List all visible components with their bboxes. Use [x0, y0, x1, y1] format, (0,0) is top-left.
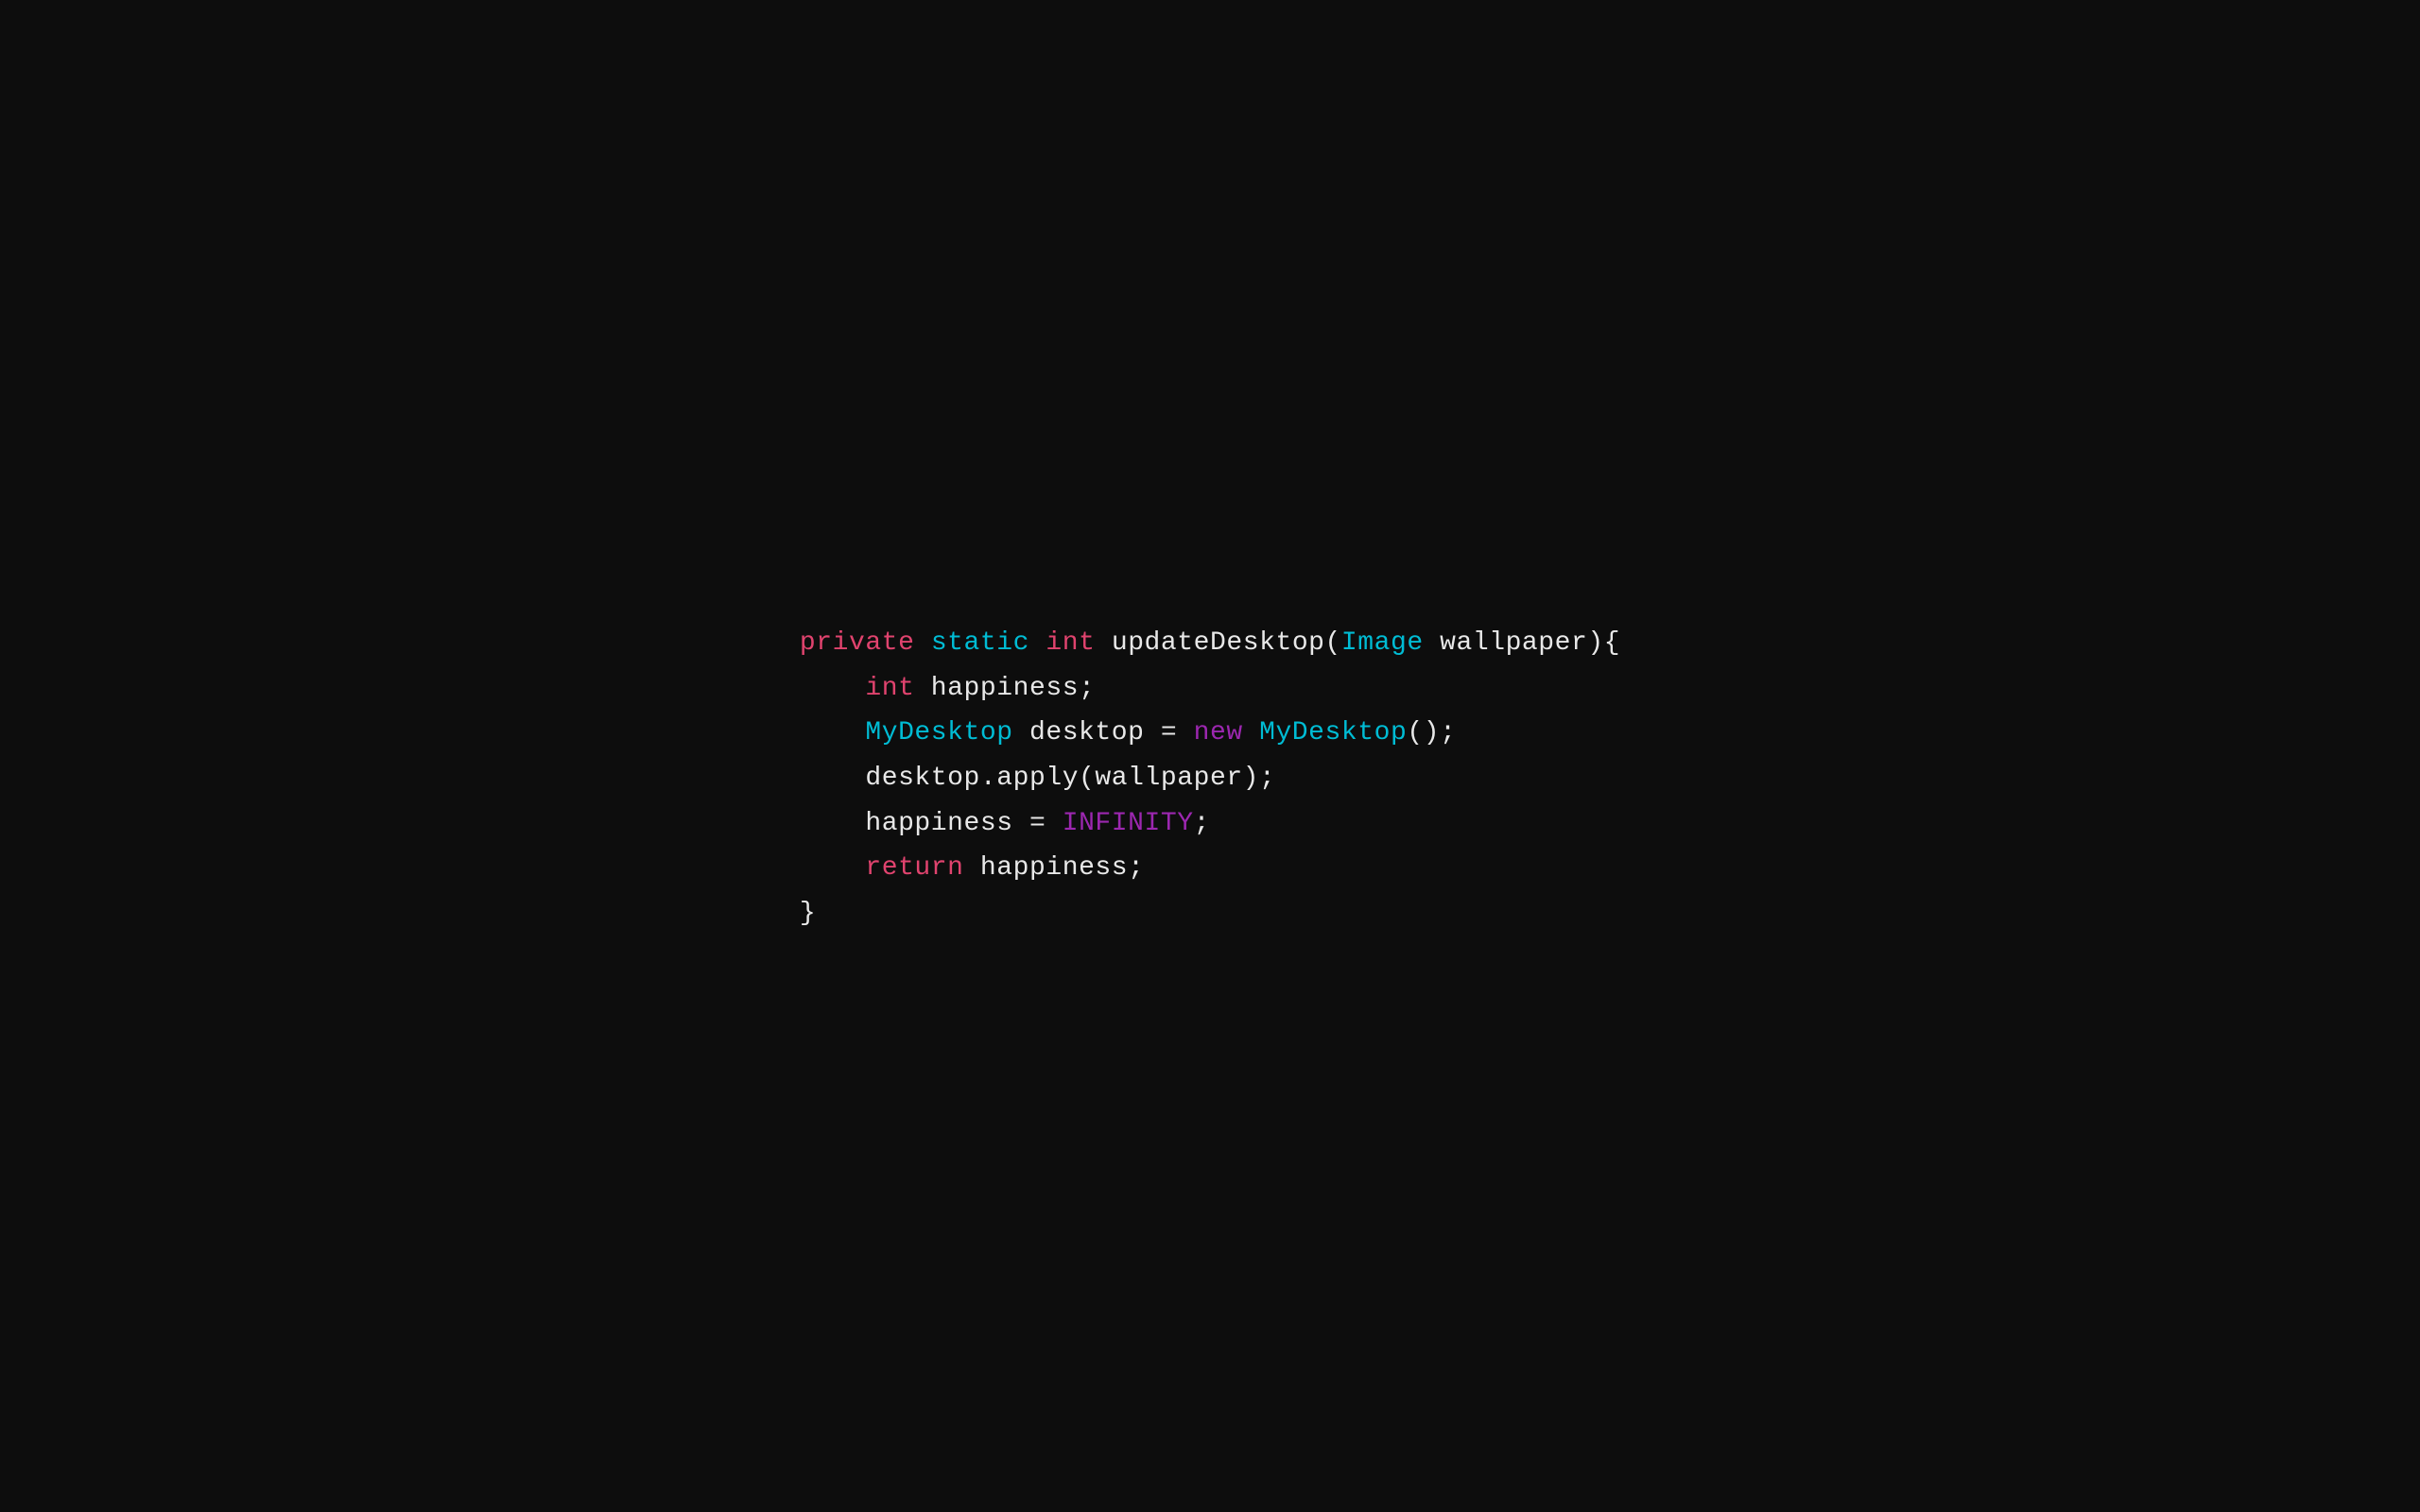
code-token: happiness; [914, 674, 1095, 703]
code-line: happiness = INFINITY; [800, 801, 1620, 847]
code-token: } [800, 899, 816, 928]
code-token: wallpaper){ [1424, 628, 1620, 658]
code-token: static [931, 628, 1029, 658]
code-token [914, 628, 930, 658]
code-token: desktop.apply(wallpaper); [800, 764, 1276, 793]
code-token: ; [1194, 809, 1210, 838]
code-token [1243, 718, 1259, 747]
code-token: private [800, 628, 915, 658]
code-token: updateDesktop( [1095, 628, 1340, 658]
code-token: Image [1341, 628, 1424, 658]
code-token: MyDesktop [1259, 718, 1407, 747]
code-token: MyDesktop [865, 718, 1012, 747]
code-line: private static int updateDesktop(Image w… [800, 621, 1620, 666]
code-token: return [865, 853, 963, 883]
code-token: int [865, 674, 914, 703]
code-token: int [1046, 628, 1095, 658]
code-line: desktop.apply(wallpaper); [800, 756, 1620, 801]
code-line: return happiness; [800, 846, 1620, 891]
code-token: INFINITY [1063, 809, 1194, 838]
code-token [1029, 628, 1046, 658]
code-token: happiness; [964, 853, 1145, 883]
code-token [800, 718, 865, 747]
code-token [800, 674, 865, 703]
code-token [800, 853, 865, 883]
code-token: (); [1407, 718, 1456, 747]
code-token: new [1194, 718, 1243, 747]
code-token: desktop = [1013, 718, 1194, 747]
code-line: int happiness; [800, 666, 1620, 712]
code-token: happiness = [800, 809, 1063, 838]
code-line: } [800, 891, 1620, 936]
code-display: private static int updateDesktop(Image w… [800, 576, 1620, 936]
code-line: MyDesktop desktop = new MyDesktop(); [800, 711, 1620, 756]
